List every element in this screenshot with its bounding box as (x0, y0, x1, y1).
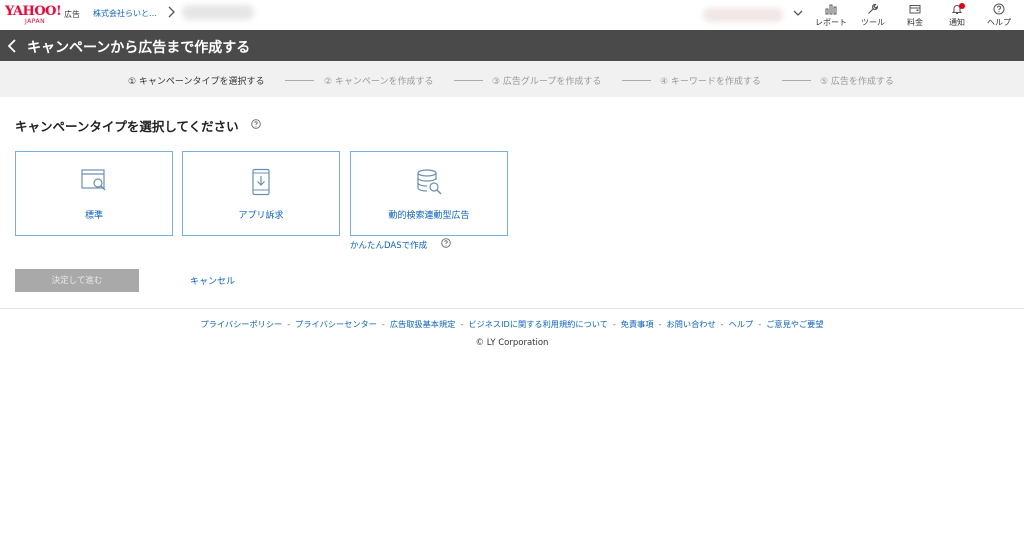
footer-separator: - (612, 319, 616, 329)
back-arrow-icon[interactable] (6, 38, 18, 54)
database-search-icon (417, 169, 442, 195)
nav-report-label: レポート (815, 18, 847, 27)
yahoo-logo[interactable]: YAHOO! JAPAN (5, 5, 63, 27)
footer-link-disclaimer[interactable]: 免責事項 (621, 319, 654, 329)
notification-badge (959, 3, 965, 9)
wrench-icon (868, 3, 879, 14)
step-connector (622, 80, 651, 81)
step-5: ⑤ 広告を作成する (820, 77, 894, 87)
nav-billing[interactable]: 料金 (895, 2, 935, 28)
page-title: キャンペーンから広告まで作成する (27, 40, 251, 56)
step-1: ① キャンペーンタイプを選択する (128, 77, 265, 87)
step-connector (454, 80, 483, 81)
footer-link-business-id-terms[interactable]: ビジネスIDに関する利用規約について (468, 319, 607, 329)
account-name-link[interactable]: 株式会社らいと… (93, 8, 157, 19)
copyright: © LY Corporation (475, 338, 549, 348)
footer-link-contact[interactable]: お問い合わせ (667, 319, 716, 329)
help-circle-icon[interactable] (441, 238, 451, 248)
logo-wordmark: YAHOO! (5, 4, 62, 19)
chevron-right-icon[interactable] (166, 5, 176, 19)
page-header: キャンペーンから広告まで作成する (0, 30, 1024, 61)
footer-links: プライバシーポリシー - プライバシーセンター - 広告取扱基本規定 - ビジネスIDに関す… (0, 318, 1024, 330)
nav-notifications[interactable]: 通知 (937, 2, 977, 28)
campaign-type-app-card[interactable]: アプリ訴求 (182, 151, 340, 236)
footer-separator: - (460, 319, 464, 329)
logo-subtext: JAPAN (25, 18, 46, 25)
progress-stepper: ① キャンペーンタイプを選択する ② キャンペーンを作成する ③ 広告グループを… (0, 61, 1024, 97)
footer-separator: - (381, 319, 385, 329)
footer-link-privacy-center[interactable]: プライバシーセンター (295, 319, 377, 329)
campaign-type-standard-card[interactable]: 標準 (15, 151, 173, 236)
footer-link-feedback[interactable]: ご意見やご要望 (766, 319, 823, 329)
footer-divider (0, 308, 1024, 309)
nav-help[interactable]: ヘルプ (979, 2, 1019, 28)
cancel-link[interactable]: キャンセル (190, 274, 235, 287)
submit-button[interactable]: 決定して進む (15, 269, 139, 292)
smartphone-download-icon (252, 168, 270, 196)
footer-separator: - (720, 319, 724, 329)
footer-link-help[interactable]: ヘルプ (729, 319, 754, 329)
section-heading: キャンペーンタイプを選択してください (15, 119, 239, 134)
nav-billing-label: 料金 (907, 18, 923, 27)
footer-link-privacy-policy[interactable]: プライバシーポリシー (200, 319, 282, 329)
card-label: アプリ訴求 (238, 211, 284, 221)
wallet-icon (909, 5, 921, 14)
step-4: ④ キーワードを作成する (660, 77, 761, 87)
service-name: 広告 (64, 10, 80, 19)
help-circle-icon (993, 3, 1005, 15)
step-connector (285, 80, 314, 81)
campaign-type-dynamic-search-card[interactable]: 動的検索連動型広告 (350, 151, 508, 236)
nav-help-label: ヘルプ (987, 18, 1011, 27)
step-2: ② キャンペーンを作成する (324, 77, 434, 87)
footer-separator: - (658, 319, 662, 329)
global-header: YAHOO! JAPAN 広告 株式会社らいと… レポート ツール 料金 通知 … (0, 0, 1024, 30)
card-label: 動的検索連動型広告 (388, 211, 470, 221)
blurred-account-id (182, 5, 254, 20)
nav-tools-label: ツール (861, 18, 885, 27)
blurred-user-info (703, 8, 783, 22)
help-circle-icon[interactable] (251, 119, 261, 129)
browser-search-icon (81, 169, 106, 191)
easy-das-link[interactable]: かんたんDASで作成 (350, 239, 427, 251)
footer-link-ad-policy[interactable]: 広告取扱基本規定 (390, 319, 456, 329)
nav-report[interactable]: レポート (811, 2, 851, 28)
step-3: ③ 広告グループを作成する (492, 77, 602, 87)
step-connector (782, 80, 811, 81)
nav-tools[interactable]: ツール (853, 2, 893, 28)
bar-chart-icon (825, 4, 837, 15)
footer-separator: - (758, 319, 762, 329)
chevron-down-icon[interactable] (792, 8, 804, 18)
footer-separator: - (287, 319, 291, 329)
nav-notifications-label: 通知 (949, 18, 965, 27)
card-label: 標準 (84, 211, 103, 221)
